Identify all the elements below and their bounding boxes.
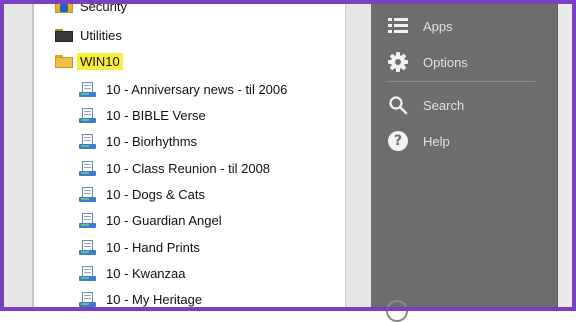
tree-folder-label: WIN10: [77, 52, 123, 70]
tree-folder-win10[interactable]: WIN10: [55, 50, 123, 72]
tree-item-label: 10 - Biorhythms: [106, 133, 198, 149]
tree-item-label: 10 - Class Reunion - til 2008: [106, 160, 271, 176]
tree-item-label: 10 - BIBLE Verse: [106, 107, 206, 123]
search-icon: [387, 94, 409, 116]
tree-folder-label: Utilities: [80, 27, 122, 43]
tree-folder-label: Security: [80, 0, 127, 14]
document-icon: [79, 291, 96, 308]
menu-item-label: Search: [423, 97, 465, 113]
panel-divider: [345, 4, 372, 307]
menu-item-help[interactable]: ? Help: [387, 128, 450, 154]
tree-item[interactable]: 10 - Anniversary news - til 2006: [79, 78, 290, 100]
folder-icon: [55, 54, 73, 68]
tree-item[interactable]: 10 - My Heritage: [79, 288, 205, 310]
tree-item[interactable]: 10 - Class Reunion - til 2008: [79, 157, 273, 179]
tree-item-label: 10 - Anniversary news - til 2006: [106, 81, 288, 97]
tree-item[interactable]: 10 - Biorhythms: [79, 130, 200, 152]
document-icon: [79, 239, 96, 256]
tree-folder-utilities[interactable]: Utilities: [55, 24, 125, 46]
menu-item-options[interactable]: Options: [387, 49, 468, 75]
tree-item-label: 10 - Hand Prints: [106, 239, 200, 255]
tree-item-label: 10 - Dogs & Cats: [106, 186, 205, 202]
list-icon: [387, 15, 409, 37]
tree-item-label: 10 - My Heritage: [106, 291, 203, 307]
security-folder-icon: [55, 0, 73, 13]
tree-folder-security[interactable]: Security: [55, 0, 130, 17]
tree-item[interactable]: 10 - BIBLE Verse: [79, 104, 209, 126]
folder-icon: [55, 28, 73, 42]
menu-item-label: Apps: [423, 18, 453, 34]
tree-item-label: 10 - Guardian Angel: [106, 212, 222, 228]
document-icon: [79, 212, 96, 229]
help-icon: ?: [387, 130, 409, 152]
tree-item[interactable]: 10 - Kwanzaa: [79, 262, 189, 284]
power-icon[interactable]: [386, 300, 408, 322]
document-icon: [79, 186, 96, 203]
document-icon: [79, 133, 96, 150]
tree-item[interactable]: 10 - Hand Prints: [79, 236, 203, 258]
menu-item-apps[interactable]: Apps: [387, 13, 453, 39]
right-edge-strip: [557, 4, 573, 307]
tree-item[interactable]: 10 - Dogs & Cats: [79, 183, 208, 205]
menu-item-search[interactable]: Search: [387, 92, 464, 118]
document-icon: [79, 81, 96, 98]
document-icon: [79, 160, 96, 177]
file-tree-panel[interactable]: Security Utilities WIN10 10 - Anniversar…: [33, 0, 346, 310]
menu-item-label: Help: [423, 133, 450, 149]
document-icon: [79, 265, 96, 282]
menu-divider: [387, 81, 535, 82]
document-icon: [79, 107, 96, 124]
tree-item-label: 10 - Kwanzaa: [106, 265, 186, 281]
tree-item[interactable]: 10 - Guardian Angel: [79, 209, 225, 231]
left-gutter: [4, 4, 33, 307]
menu-item-label: Options: [423, 54, 468, 70]
gear-icon: [387, 51, 409, 73]
